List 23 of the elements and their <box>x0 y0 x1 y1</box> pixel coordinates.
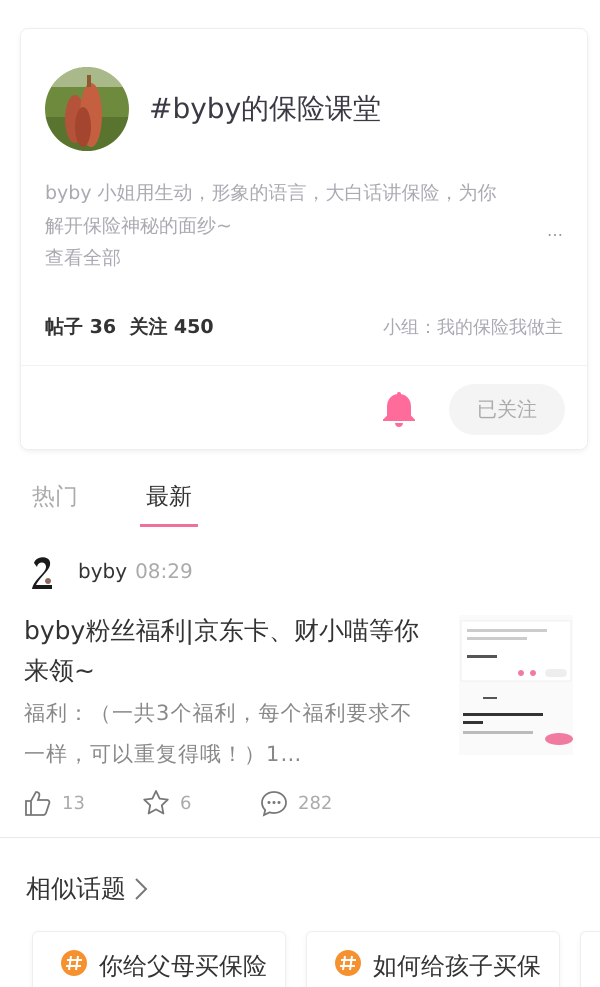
favorite-count: 6 <box>180 792 192 814</box>
post-title[interactable]: byby粉丝福利|京东卡、财小喵等你来领~ <box>24 611 424 691</box>
comment-count: 282 <box>298 792 332 814</box>
topic-card[interactable]: 你给父母买保险 <box>32 931 286 987</box>
topic-description: byby 小姐用生动，形象的语言，大白话讲保险，为你解开保险神秘的面纱~ <box>45 181 498 239</box>
thumbs-up-icon[interactable] <box>24 789 52 817</box>
chevron-right-icon[interactable] <box>134 876 148 900</box>
star-icon[interactable] <box>142 789 170 817</box>
like-count: 13 <box>62 792 85 814</box>
comment-icon[interactable] <box>260 789 288 817</box>
bell-icon[interactable] <box>383 392 415 428</box>
topic-name: 如何给孩子买保 <box>373 951 541 982</box>
post-excerpt: 福利：（一共3个福利，每个福利要求不一样，可以重复得哦！）1… <box>24 700 414 768</box>
topic-name: 你给父母买保险 <box>99 951 267 982</box>
topic-title: #byby的保险课堂 <box>149 91 382 127</box>
post-time: 08:29 <box>135 559 193 583</box>
hashtag-icon <box>335 950 361 976</box>
section-title[interactable]: 相似话题 <box>26 872 126 905</box>
topic-card[interactable]: 如何给孩子买保 <box>306 931 560 987</box>
topic-stats: 帖子 36 关注 450 <box>45 315 214 340</box>
hashtag-icon <box>61 950 87 976</box>
author-name[interactable]: byby <box>78 559 128 583</box>
tab[interactable]: 最新 <box>140 480 198 527</box>
